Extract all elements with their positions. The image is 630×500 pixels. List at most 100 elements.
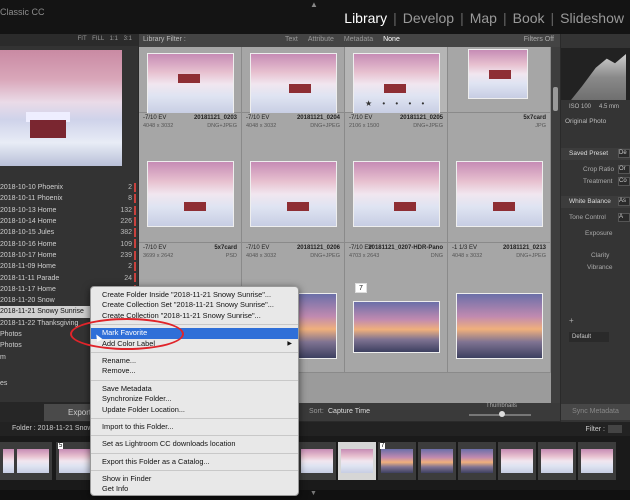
- filter-text[interactable]: Text: [285, 36, 298, 43]
- filmstrip-thumb[interactable]: [298, 442, 336, 480]
- folder-item[interactable]: 2018-10-11 Phoenix 8: [0, 193, 138, 204]
- menu-set-downloads-location[interactable]: Set as Lightroom CC downloads location: [91, 439, 298, 449]
- menu-remove[interactable]: Remove...: [91, 366, 298, 376]
- collapse-top-icon[interactable]: ▲: [310, 0, 318, 9]
- folder-item[interactable]: 2018-10-14 Home 226: [0, 216, 138, 227]
- filmstrip-image: [501, 449, 533, 473]
- filmstrip-thumb[interactable]: [498, 442, 536, 480]
- navigator-header: FIT FILL 1:1 3:1: [0, 34, 138, 46]
- filter-select[interactable]: [608, 425, 622, 433]
- tone-control-auto[interactable]: A: [618, 213, 630, 222]
- grid-cell[interactable]: -7/10 EV 20181121_0203 4048 x 3032 DNG+J…: [139, 113, 242, 243]
- zoom-1-1[interactable]: 1:1: [110, 36, 118, 42]
- folder-item[interactable]: 2018-11-11 Parade 24: [0, 272, 138, 283]
- filmstrip-thumb[interactable]: 5: [56, 442, 94, 480]
- navigator-preview[interactable]: [0, 50, 122, 166]
- folder-name: 2018-10-11 Phoenix: [0, 195, 63, 203]
- rating-stars[interactable]: ★ • • • •: [365, 99, 428, 108]
- menu-create-collection-set[interactable]: Create Collection Set "2018-11-21 Snowy …: [91, 300, 298, 310]
- thumb-house: [178, 74, 200, 83]
- folder-item[interactable]: 2018-10-15 Jules 382: [0, 227, 138, 238]
- menu-get-info[interactable]: Get Info: [91, 484, 298, 494]
- menu-import-to-folder[interactable]: Import to this Folder...: [91, 422, 298, 432]
- filter-label: Filter :: [585, 425, 605, 433]
- grid-cell[interactable]: [242, 47, 345, 115]
- folder-item[interactable]: 2018-10-16 Home 109: [0, 238, 138, 249]
- filmstrip-thumb[interactable]: [538, 442, 576, 480]
- zoom-3-1[interactable]: 3:1: [124, 36, 132, 42]
- grid-cell[interactable]: [448, 47, 551, 113]
- menu-save-metadata[interactable]: Save Metadata: [91, 384, 298, 394]
- folder-item[interactable]: 2018-10-10 Phoenix 2: [0, 182, 138, 193]
- collapse-bottom-icon[interactable]: ▼: [310, 490, 317, 497]
- white-balance-select[interactable]: As: [618, 197, 630, 206]
- photo-thumbnail[interactable]: [468, 49, 528, 99]
- filmstrip-thumb[interactable]: [458, 442, 496, 480]
- photo-thumbnail[interactable]: [353, 161, 440, 227]
- photo-thumbnail[interactable]: [147, 161, 234, 227]
- stack-badge[interactable]: 7: [355, 283, 367, 293]
- crop-ratio-select[interactable]: Or: [618, 165, 630, 174]
- grid-cell[interactable]: -7/10 EV 20181121_0204 4048 x 3032 DNG+J…: [242, 113, 345, 243]
- photo-thumbnail[interactable]: [456, 161, 543, 227]
- grid-cell[interactable]: 5x7card JPG: [448, 113, 551, 243]
- top-bar: Classic CC ▲ Library | Develop | Map | B…: [0, 0, 630, 34]
- file-type: JPG: [535, 123, 546, 129]
- color-label-marker: [134, 262, 136, 272]
- filmstrip-thumb[interactable]: 7: [378, 442, 416, 480]
- folder-item[interactable]: 2018-11-09 Home 2: [0, 261, 138, 272]
- menu-show-in-finder[interactable]: Show in Finder: [91, 474, 298, 484]
- grid-cell[interactable]: -1 1/3 EV 20181121_0213 4048 x 3032 DNG+…: [448, 243, 551, 373]
- filmstrip-image: [461, 449, 493, 473]
- file-name: 20181121_0207-HDR-Pano: [368, 245, 443, 251]
- filmstrip-thumb-selected[interactable]: [338, 442, 376, 480]
- module-map[interactable]: Map: [464, 10, 503, 26]
- module-develop[interactable]: Develop: [397, 10, 460, 26]
- photo-thumbnail[interactable]: [456, 293, 543, 359]
- saved-preset-select[interactable]: De: [618, 149, 630, 158]
- grid-scrollbar[interactable]: [551, 47, 560, 403]
- module-library[interactable]: Library: [338, 10, 393, 26]
- menu-create-folder-inside[interactable]: Create Folder Inside "2018-11-21 Snowy S…: [91, 290, 298, 300]
- scrollbar-thumb[interactable]: [553, 87, 558, 111]
- filmstrip-thumb[interactable]: [578, 442, 616, 480]
- photo-thumbnail[interactable]: [147, 53, 234, 115]
- photo-thumbnail[interactable]: [353, 301, 440, 353]
- menu-export-as-catalog[interactable]: Export this Folder as a Catalog...: [91, 457, 298, 467]
- module-book[interactable]: Book: [507, 10, 551, 26]
- color-label-marker: [134, 194, 136, 204]
- filmstrip-image: [541, 449, 573, 473]
- file-type: DNG+JPEG: [310, 253, 340, 259]
- menu-update-folder-location[interactable]: Update Folder Location...: [91, 405, 298, 415]
- folder-item[interactable]: 2018-10-13 Home 132: [0, 205, 138, 216]
- menu-divider: [91, 452, 298, 454]
- sort-select[interactable]: Capture Time: [328, 408, 370, 415]
- tone-control-label: Tone Control: [569, 214, 606, 221]
- zoom-fill[interactable]: FILL: [92, 36, 104, 42]
- color-label-marker: [134, 228, 136, 238]
- zoom-fit[interactable]: FIT: [78, 36, 87, 42]
- folder-item[interactable]: 2018-10-17 Home 239: [0, 250, 138, 261]
- grid-cell[interactable]: [139, 47, 242, 115]
- sync-metadata-button[interactable]: Sync Metadata: [561, 404, 630, 420]
- treatment-select[interactable]: Co: [618, 177, 630, 186]
- slider-knob[interactable]: [499, 411, 505, 417]
- filmstrip-thumb[interactable]: [14, 442, 52, 480]
- default-select[interactable]: Default: [569, 332, 609, 342]
- menu-synchronize-folder[interactable]: Synchronize Folder...: [91, 394, 298, 404]
- grid-cell[interactable]: -7/10 EV 20181121_0205 2106 x 1500 DNG+J…: [345, 113, 448, 243]
- menu-rename[interactable]: Rename...: [91, 356, 298, 366]
- dimensions: 4703 x 2643: [349, 253, 380, 259]
- color-label-marker: [134, 205, 136, 215]
- filter-attribute[interactable]: Attribute: [308, 36, 334, 43]
- filters-off[interactable]: Filters Off: [524, 36, 554, 43]
- grid-cell[interactable]: -7/10 EV 20181121_0207-HDR-Pano 4703 x 2…: [345, 243, 448, 373]
- add-icon[interactable]: +: [569, 316, 574, 325]
- filter-metadata[interactable]: Metadata: [344, 36, 373, 43]
- module-slideshow[interactable]: Slideshow: [554, 10, 630, 26]
- photo-thumbnail[interactable]: [250, 161, 337, 227]
- filmstrip-thumb[interactable]: [418, 442, 456, 480]
- grid-cell[interactable]: ★ • • • •: [345, 47, 448, 115]
- filter-none[interactable]: None: [383, 36, 400, 43]
- photo-thumbnail[interactable]: [250, 53, 337, 115]
